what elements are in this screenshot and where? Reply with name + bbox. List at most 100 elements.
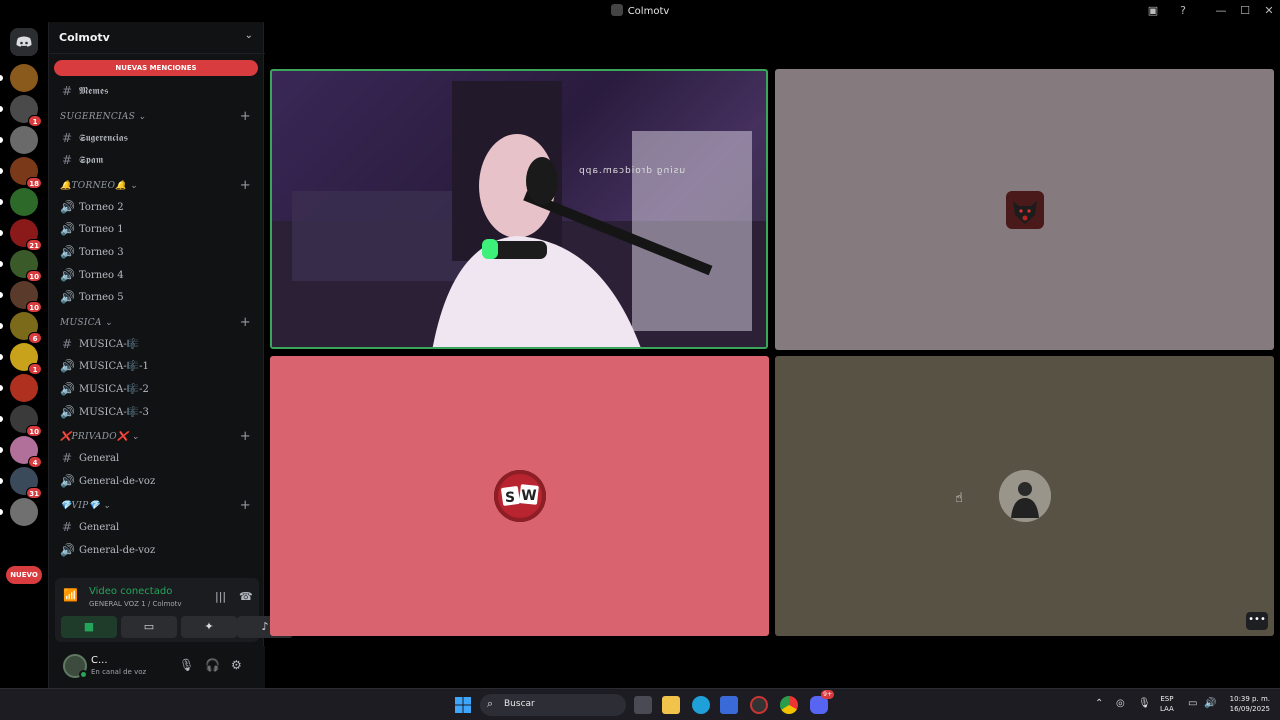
windows-start-icon[interactable] — [454, 696, 472, 714]
show-hidden-icons-chevron[interactable]: ⌃ — [1095, 698, 1103, 709]
new-mentions-button[interactable]: NUEVAS MENCIONES — [54, 60, 258, 76]
steam-tray-icon[interactable]: ◎ — [1116, 698, 1125, 709]
video-tile-camera[interactable]: using droidcam.app — [270, 69, 768, 349]
signal-icon[interactable]: 📶 — [63, 588, 78, 602]
new-servers-pill[interactable]: NUEVO — [6, 566, 42, 584]
noise-suppression-icon[interactable]: ||| — [215, 590, 226, 603]
server-icon-server-6[interactable]: 21 — [10, 219, 42, 251]
voice-channel-item[interactable]: 🔊 Torneo 5 — [57, 288, 257, 308]
category-header[interactable]: ❌PRIVADO❌ ⌄ + — [57, 427, 257, 447]
screen-share-button[interactable]: ▭ — [121, 616, 177, 638]
voice-channel-item[interactable]: 🔊 MUSICA-🎼-1 — [57, 357, 257, 377]
server-icon-server-15[interactable] — [10, 498, 38, 526]
microphone-icon[interactable]: 🎙 — [179, 658, 194, 672]
text-channel-item[interactable]: # 𝕾𝖕𝖆𝖒 — [57, 151, 257, 171]
add-channel-icon[interactable]: + — [240, 109, 251, 124]
store-icon[interactable] — [720, 696, 738, 714]
server-icon-server-5[interactable] — [10, 188, 38, 216]
channel-label: 𝕸𝖊𝖒𝖊𝖘 — [79, 86, 109, 97]
discord-taskbar-icon[interactable]: 9+ — [810, 690, 834, 714]
voice-channel-item[interactable]: 🔊 Torneo 4 — [57, 266, 257, 286]
chevron-down-icon[interactable]: ⌄ — [245, 30, 253, 41]
language-indicator[interactable]: ESP LAA — [1160, 694, 1174, 714]
server-icon-server-10[interactable]: 1 — [10, 343, 42, 375]
unread-pip — [0, 292, 3, 298]
server-icon-server-11[interactable] — [10, 374, 38, 402]
more-options-button[interactable]: ••• — [1246, 612, 1268, 630]
add-channel-icon[interactable]: + — [240, 498, 251, 513]
voice-channel-item[interactable]: 🔊 Torneo 2 — [57, 198, 257, 218]
video-tile-photo[interactable]: ☝ ••• — [775, 356, 1274, 636]
category-header[interactable]: MUSICA ⌄ + — [57, 313, 257, 333]
hashtag-icon: # — [61, 153, 73, 168]
task-view-icon[interactable] — [634, 696, 652, 714]
server-icon-colmotv[interactable]: 1 — [10, 95, 42, 127]
server-icon-server-7[interactable]: 10 — [10, 250, 42, 282]
volume-icon[interactable]: 🔊 — [1204, 698, 1216, 709]
text-channel-item[interactable]: # General — [57, 449, 257, 469]
server-icon-server-9[interactable]: 6 — [10, 312, 42, 344]
voice-channel-item[interactable]: 🔊 General-de-voz — [57, 472, 257, 492]
unread-pip — [0, 137, 3, 143]
camera-button[interactable]: ■ — [61, 616, 117, 638]
voice-channel-path[interactable]: GENERAL VOZ 1 / Colmotv — [89, 600, 182, 608]
activities-button[interactable]: ✦ — [181, 616, 237, 638]
microphone-tray-icon[interactable]: 🎙 — [1138, 698, 1151, 709]
voice-channel-item[interactable]: 🔊 Torneo 3 — [57, 243, 257, 263]
guild-header[interactable]: Colmotv ⌄ — [49, 22, 265, 54]
obs-app-icon[interactable] — [750, 696, 768, 714]
system-clock[interactable]: 10:39 p. m. 16/09/2025 — [1226, 694, 1270, 714]
help-icon[interactable]: ? — [1174, 3, 1192, 19]
close-icon[interactable]: ✕ — [1260, 3, 1278, 19]
category-header[interactable]: 💎VIP💎 ⌄ + — [57, 496, 257, 516]
voice-status: Video conectado — [89, 586, 173, 597]
server-icon-server-13[interactable]: 4 — [10, 436, 42, 468]
file-explorer-icon[interactable] — [662, 696, 680, 714]
voice-channel-item[interactable]: 🔊 General-de-voz — [57, 541, 257, 561]
video-tile-panther[interactable] — [775, 69, 1274, 350]
server-icon-tierra-dorada[interactable] — [10, 64, 38, 92]
discord-home-icon[interactable] — [10, 28, 38, 56]
chrome-browser-icon[interactable] — [780, 696, 798, 714]
add-channel-icon[interactable]: + — [240, 429, 251, 444]
voice-channel-item[interactable]: 🔊 Torneo 1 — [57, 220, 257, 240]
inbox-icon[interactable]: ▣ — [1144, 3, 1162, 19]
voice-channel-item[interactable]: 🔊 MUSICA-🎼-2 — [57, 380, 257, 400]
channel-label: MUSICA-🎼-1 — [79, 361, 149, 373]
video-tile-sw[interactable]: SW — [270, 356, 769, 636]
mention-badge: 21 — [26, 239, 42, 251]
windows-taskbar: ⌕ Buscar 9+ ⌃ ◎ 🎙 ESP LAA ▭ 🔊 10:39 p. m.… — [0, 688, 1280, 720]
unread-pip — [0, 106, 3, 112]
server-icon-server-12[interactable]: 10 — [10, 405, 42, 437]
settings-gear-icon[interactable]: ⚙ — [231, 658, 242, 672]
text-channel-item[interactable]: # 𝕸𝖊𝖒𝖊𝖘 — [57, 82, 257, 102]
text-channel-item[interactable]: # 𝕾𝖚𝖌𝖊𝖗𝖊𝖓𝖈𝖎𝖆𝖘 — [57, 129, 257, 149]
minimize-icon[interactable]: — — [1212, 3, 1230, 19]
server-icon-server-3[interactable] — [10, 126, 38, 154]
network-icon[interactable]: ▭ — [1188, 698, 1197, 709]
text-channel-item[interactable]: # MUSICA-🎼 — [57, 335, 257, 355]
unread-pip — [0, 168, 3, 174]
voice-channel-item[interactable]: 🔊 MUSICA-🎼-3 — [57, 403, 257, 423]
add-channel-icon[interactable]: + — [240, 178, 251, 193]
mention-badge: 10 — [26, 270, 42, 282]
add-channel-icon[interactable]: + — [240, 315, 251, 330]
taskbar-search[interactable]: ⌕ Buscar — [480, 694, 626, 716]
channel-label: MUSICA-🎼-3 — [79, 406, 149, 418]
headphones-icon[interactable]: 🎧 — [205, 658, 220, 672]
edge-browser-icon[interactable] — [692, 696, 710, 714]
server-icon-server-14[interactable]: 31 — [10, 467, 42, 499]
server-icon-server-4[interactable]: 18 — [10, 157, 42, 189]
user-name[interactable]: C... — [91, 655, 108, 666]
channel-label: Torneo 1 — [79, 224, 124, 236]
server-icon-server-8[interactable]: 10 — [10, 281, 42, 313]
category-header[interactable]: 🔔TORNEO🔔 ⌄ + — [57, 176, 257, 196]
unread-pip — [0, 75, 3, 81]
svg-text:W: W — [521, 488, 536, 504]
text-channel-item[interactable]: # General — [57, 518, 257, 538]
discord-unread-badge: 9+ — [821, 690, 834, 699]
disconnect-icon[interactable]: ☎ — [239, 590, 253, 603]
maximize-icon[interactable]: ☐ — [1236, 3, 1254, 19]
speaker-icon: 🔊 — [60, 473, 75, 488]
category-header[interactable]: SUGERENCIAS ⌄ + — [57, 107, 257, 127]
